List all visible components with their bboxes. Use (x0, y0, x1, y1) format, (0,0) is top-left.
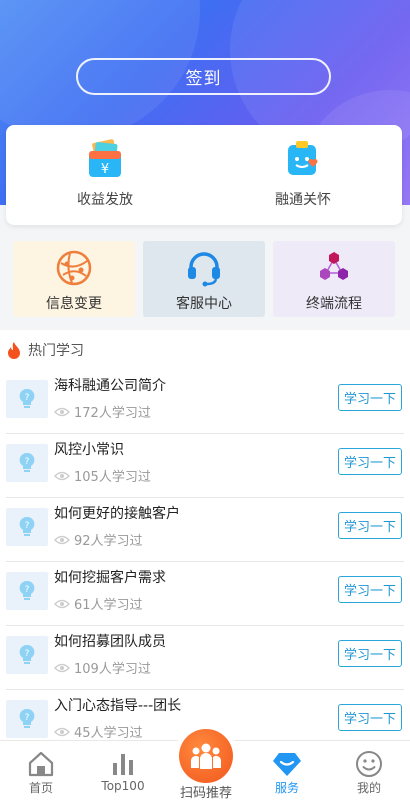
globe-network-icon (56, 250, 92, 286)
signin-button[interactable]: 签到 (76, 58, 331, 95)
item-view-count: 172人学习过 (54, 402, 151, 421)
item-title: 如何招募团队成员 (54, 634, 166, 650)
quick-action-card: ¥ 收益发放 融通关怀 (6, 125, 402, 225)
home-icon (28, 751, 54, 777)
team-icon (191, 743, 221, 769)
item-title: 入门心态指导---团长 (54, 698, 182, 714)
eye-icon (54, 471, 70, 480)
item-view-count: 61人学习过 (54, 594, 143, 613)
list-item[interactable]: ? 风控小常识 105人学习过 学习一下 (6, 434, 404, 498)
tab-mine-label: 我的 (356, 781, 381, 795)
list-item[interactable]: ? 如何招募团队成员 109人学习过 学习一下 (6, 626, 404, 690)
tab-top100-label: Top100 (101, 779, 145, 793)
svg-text:?: ? (25, 649, 30, 659)
item-view-count: 105人学习过 (54, 466, 151, 485)
bulb-thumbnail: ? (6, 380, 48, 418)
tile-terminal-process-label: 终端流程 (306, 296, 362, 312)
bulb-thumbnail: ? (6, 444, 48, 482)
tile-customer-service-label: 客服中心 (176, 296, 232, 312)
list-item[interactable]: ? 如何挖掘客户需求 61人学习过 学习一下 (6, 562, 404, 626)
tab-top100[interactable]: Top100 (82, 741, 164, 800)
service-tiles: 信息变更 客服中心 终端流程 (13, 241, 403, 317)
tile-customer-service[interactable]: 客服中心 (143, 241, 265, 317)
study-button[interactable]: 学习一下 (338, 576, 402, 603)
bulb-thumbnail: ? (6, 636, 48, 674)
lightbulb-icon: ? (19, 388, 35, 408)
eye-icon (54, 535, 70, 544)
study-button[interactable]: 学习一下 (338, 384, 402, 411)
wallet-yen-icon: ¥ (89, 139, 121, 177)
tile-info-change-label: 信息变更 (46, 296, 102, 312)
clipboard-heart-icon (288, 141, 318, 175)
tab-mine[interactable]: 我的 (328, 741, 410, 800)
eye-icon (54, 727, 70, 736)
study-button[interactable]: 学习一下 (338, 448, 402, 475)
study-button[interactable]: 学习一下 (338, 704, 402, 731)
item-title: 海科融通公司简介 (54, 378, 166, 394)
hot-study-header: 热门学习 (0, 330, 410, 370)
fire-icon (8, 342, 20, 359)
lightbulb-icon: ? (19, 580, 35, 600)
svg-text:?: ? (25, 585, 30, 595)
tile-terminal-process[interactable]: 终端流程 (273, 241, 395, 317)
smiley-icon (356, 751, 382, 777)
hot-study-title: 热门学习 (28, 343, 84, 359)
tab-home-label: 首页 (28, 781, 53, 795)
svg-text:?: ? (25, 521, 30, 531)
headset-icon (188, 252, 220, 287)
income-payout-item[interactable]: ¥ 收益发放 (6, 125, 204, 225)
item-title: 风控小常识 (54, 442, 124, 458)
care-item[interactable]: 融通关怀 (204, 125, 402, 225)
income-payout-label: 收益发放 (77, 192, 133, 208)
item-title: 如何挖掘客户需求 (54, 570, 166, 586)
bar-chart-icon (113, 754, 133, 775)
lightbulb-icon: ? (19, 516, 35, 536)
scan-recommend-label: 扫码推荐 (179, 786, 232, 800)
bulb-thumbnail: ? (6, 700, 48, 738)
hexagon-nodes-icon (320, 252, 348, 280)
view-count-text: 92人学习过 (74, 534, 143, 549)
list-item[interactable]: ? 如何更好的接触客户 92人学习过 学习一下 (6, 498, 404, 562)
scan-recommend-button[interactable] (174, 724, 238, 788)
study-button[interactable]: 学习一下 (338, 640, 402, 667)
eye-icon (54, 407, 70, 416)
item-view-count: 109人学习过 (54, 658, 151, 677)
tab-service[interactable]: 服务 (246, 741, 328, 800)
svg-text:¥: ¥ (101, 162, 109, 177)
list-item[interactable]: ? 海科融通公司简介 172人学习过 学习一下 (6, 370, 404, 434)
view-count-text: 105人学习过 (74, 470, 151, 485)
svg-text:?: ? (25, 393, 30, 403)
item-view-count: 92人学习过 (54, 530, 143, 549)
tab-service-label: 服务 (274, 781, 299, 795)
item-view-count: 45人学习过 (54, 722, 143, 741)
view-count-text: 45人学习过 (74, 726, 143, 741)
view-count-text: 109人学习过 (74, 662, 151, 677)
eye-icon (54, 599, 70, 608)
hot-study-section: 热门学习 ? 海科融通公司简介 172人学习过 学习一下 ? 风控小常识 105… (0, 330, 410, 741)
eye-icon (54, 663, 70, 672)
study-button[interactable]: 学习一下 (338, 512, 402, 539)
diamond-icon (273, 753, 301, 776)
tile-info-change[interactable]: 信息变更 (13, 241, 135, 317)
lightbulb-icon: ? (19, 644, 35, 664)
bulb-thumbnail: ? (6, 508, 48, 546)
item-title: 如何更好的接触客户 (54, 506, 180, 522)
tab-home[interactable]: 首页 (0, 741, 82, 800)
lightbulb-icon: ? (19, 708, 35, 728)
svg-text:?: ? (25, 713, 30, 723)
care-label: 融通关怀 (275, 192, 331, 208)
view-count-text: 61人学习过 (74, 598, 143, 613)
view-count-text: 172人学习过 (74, 406, 151, 421)
lightbulb-icon: ? (19, 452, 35, 472)
bulb-thumbnail: ? (6, 572, 48, 610)
svg-text:?: ? (25, 457, 30, 467)
